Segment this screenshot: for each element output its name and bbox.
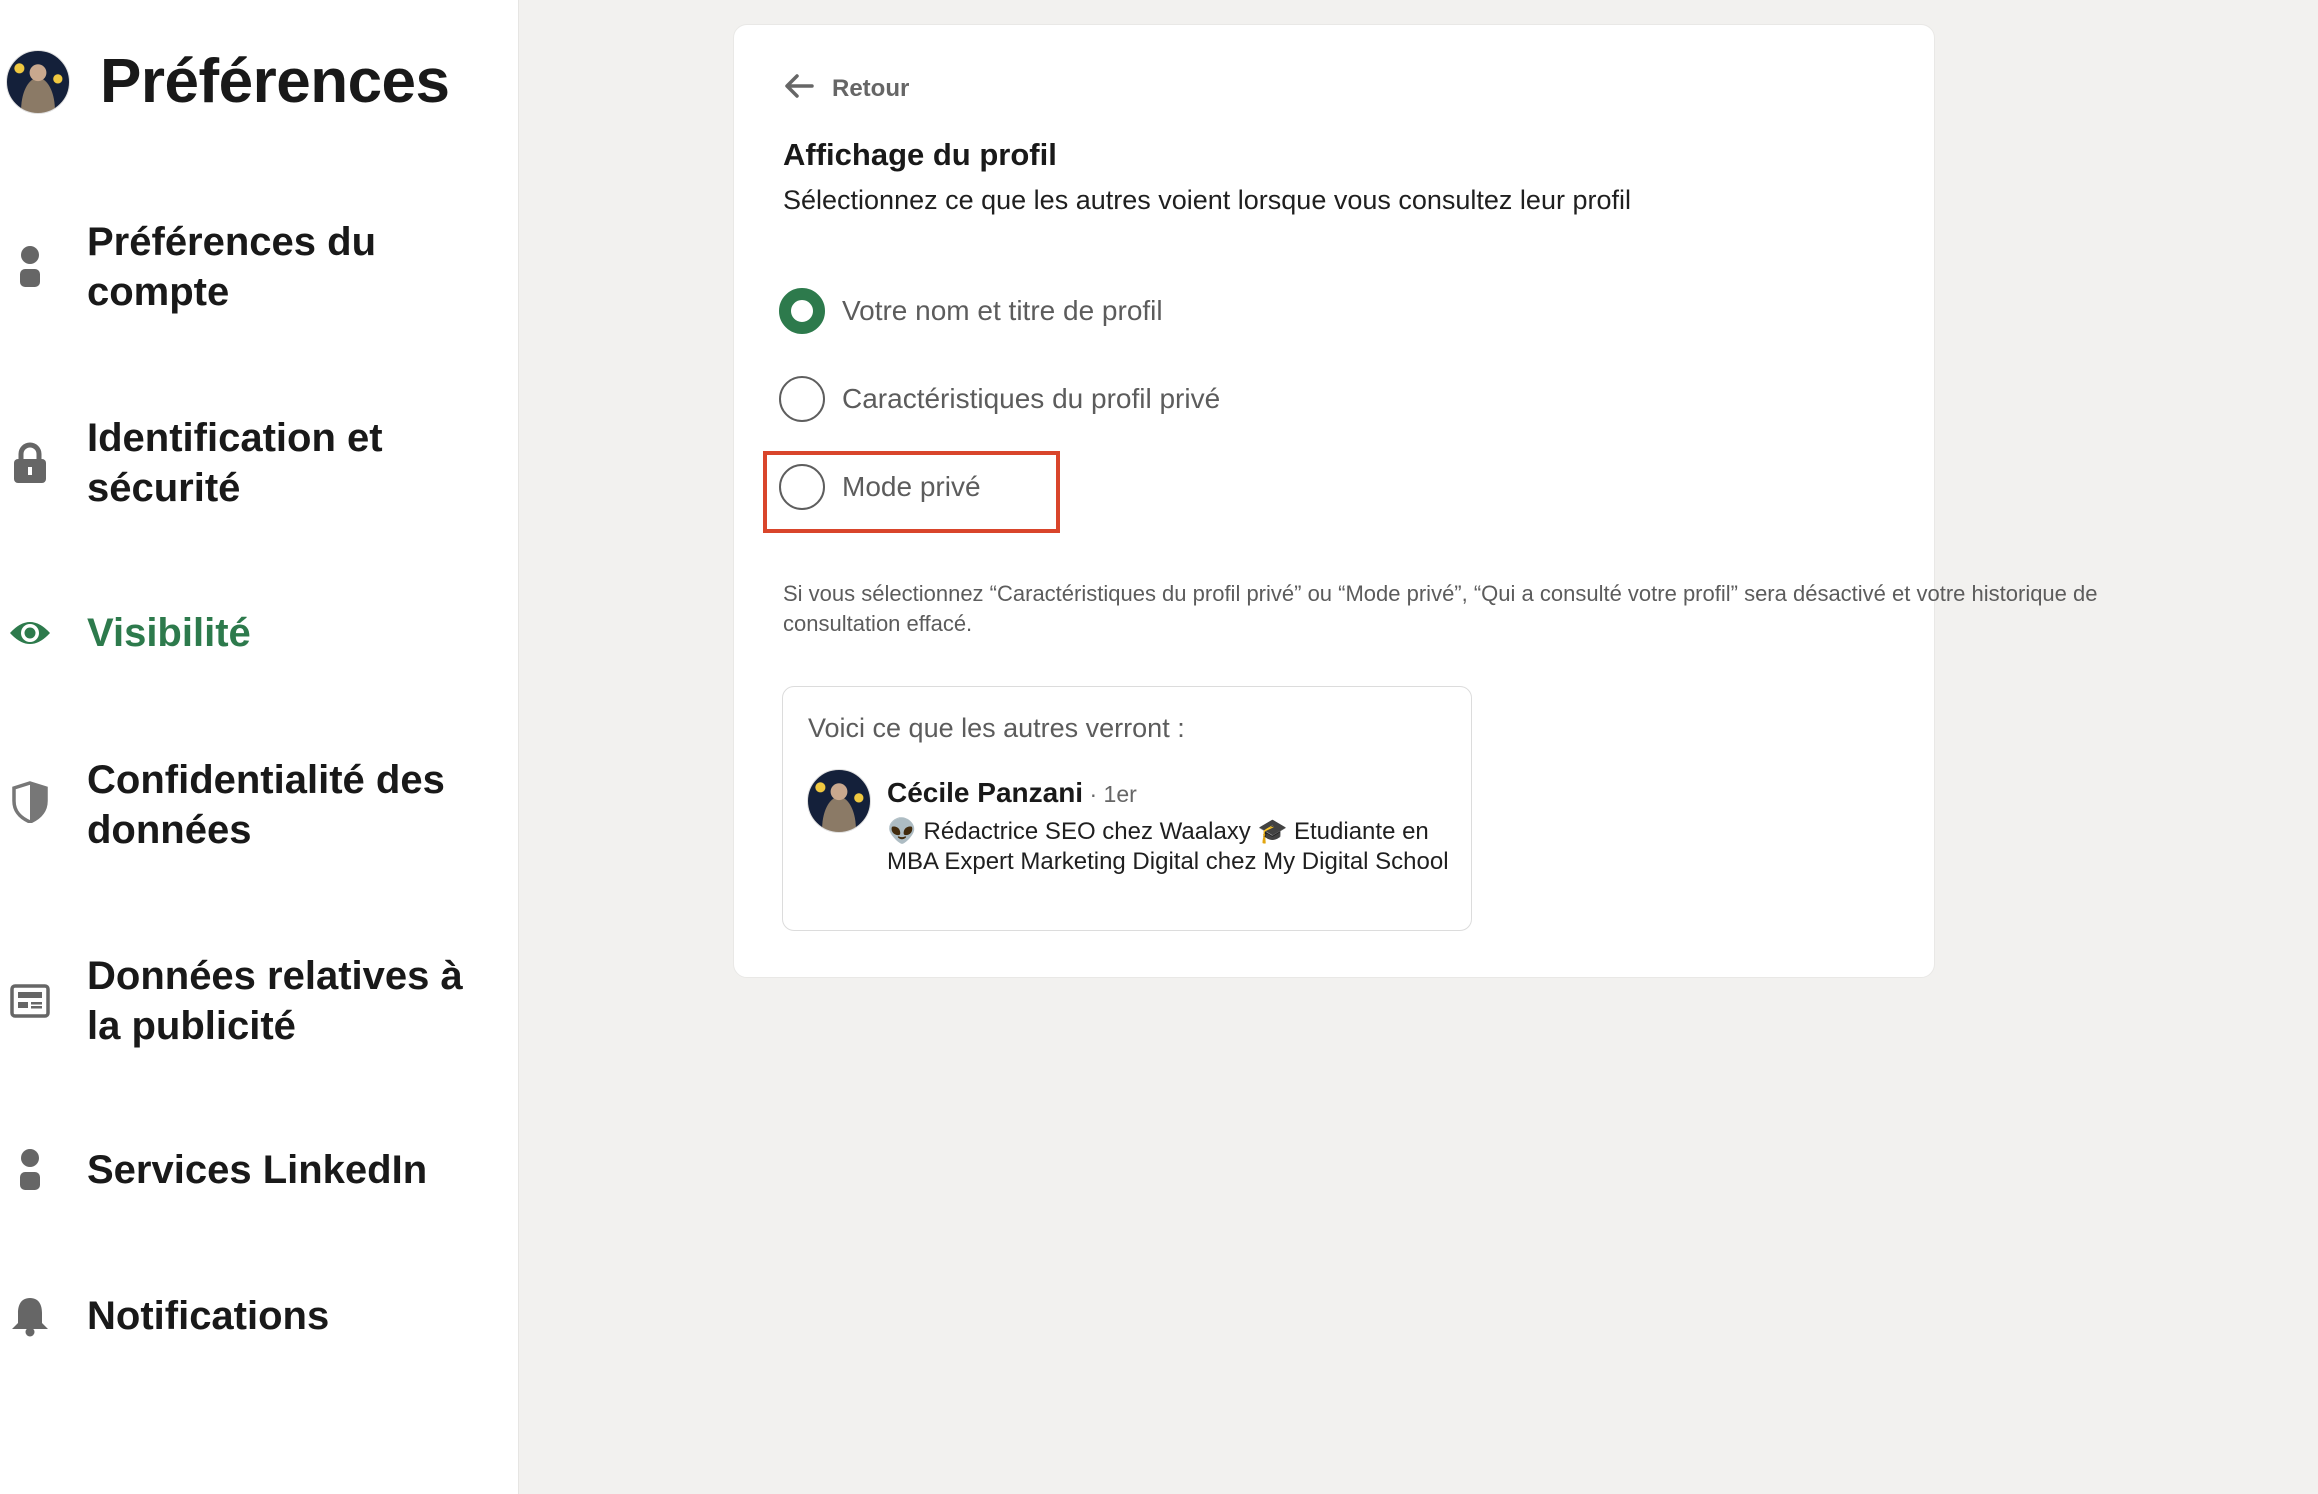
profile-viewing-options-card: Retour Affichage du profil Sélectionnez … [733,24,2098,978]
person-icon [8,1148,52,1192]
preview-name-row: Cécile Panzani · 1er [887,777,1137,809]
radio-button[interactable] [779,376,825,422]
option-label: Votre nom et titre de profil [842,295,1163,326]
sidebar-item-label: Préférences du compte [87,220,377,314]
sidebar-item-notifications[interactable]: Notifications [0,1286,500,1346]
sidebar-item-linkedin-services[interactable]: Services LinkedIn [0,1140,500,1200]
eye-icon [8,611,52,655]
profile-avatar[interactable] [6,49,70,114]
preview-name: Cécile Panzani [887,777,1084,808]
option-label: Caractéristiques du profil privé [842,383,1221,414]
bell-icon [8,1294,52,1338]
settings-sidebar: Préférences Préférences du compte Identi… [0,0,519,1494]
sidebar-item-label: Données relatives à la publicité [87,954,463,1048]
sidebar-item-label: Identification et sécurité [87,416,383,510]
preview-title: Voici ce que les autres verront : [808,713,1185,743]
lock-icon [8,441,52,485]
sidebar-item-visibility[interactable]: Visibilité [0,603,500,663]
sidebar-item-label: Services LinkedIn [87,1148,428,1192]
connection-degree: · 1er [1083,781,1137,807]
sidebar-title: Préférences [100,47,450,116]
radio-button[interactable] [779,464,825,510]
arrow-left-icon [784,73,814,104]
page-subtitle: Sélectionnez ce que les autres voient lo… [783,185,1631,215]
preview-avatar [807,769,871,833]
info-note: Si vous sélectionnez “Caractéristiques d… [783,581,2098,636]
back-button[interactable]: Retour [784,73,909,104]
sidebar-item-data-privacy[interactable]: Confidentialité des données [0,750,500,860]
preview-headline: 👽 Rédactrice SEO chez Waalaxy 🎓 Etudiant… [887,818,1449,875]
sidebar-header: Préférences [6,46,450,117]
sidebar-item-label: Confidentialité des données [87,758,445,852]
sidebar-item-label: Notifications [87,1294,330,1338]
sidebar-item-label: Visibilité [87,611,251,655]
profile-preview-box: Voici ce que les autres verront : Cécile… [782,686,1472,931]
person-icon [8,245,52,289]
sidebar-item-advertising-data[interactable]: Données relatives à la publicité [0,946,500,1056]
option-private-mode[interactable]: Mode privé [779,464,981,510]
option-private-profile-characteristics[interactable]: Caractéristiques du profil privé [779,376,1220,422]
radio-button-selected[interactable] [779,288,825,334]
sidebar-item-sign-in-security[interactable]: Identification et sécurité [0,408,500,518]
page-title: Affichage du profil [783,137,1057,172]
shield-icon [8,780,52,824]
option-name-and-headline[interactable]: Votre nom et titre de profil [779,288,1163,334]
sidebar-item-account-preferences[interactable]: Préférences du compte [0,212,500,322]
newspaper-icon [8,979,52,1023]
back-label: Retour [832,74,910,102]
option-label: Mode privé [842,471,981,502]
